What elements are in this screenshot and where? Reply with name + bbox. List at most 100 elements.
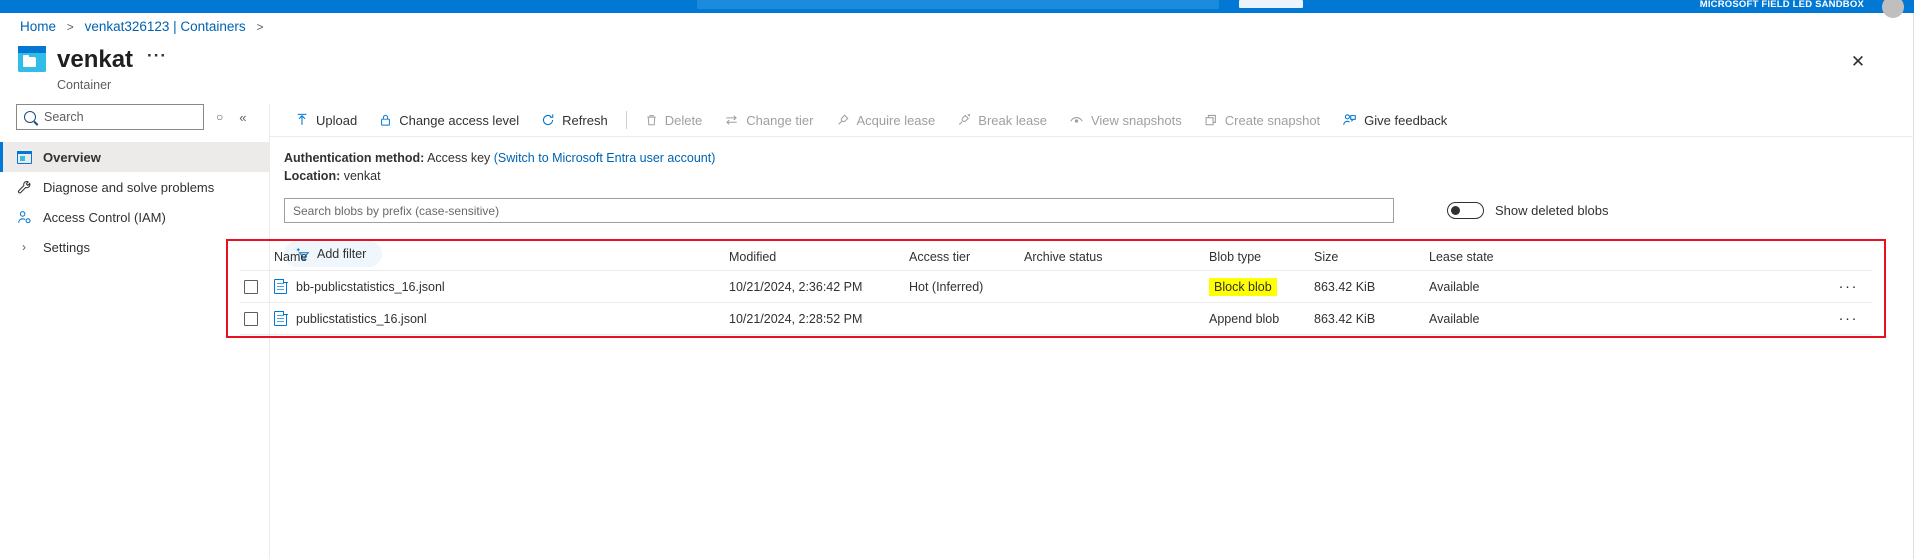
location-label: Location: <box>284 169 341 183</box>
sidebar-item-label: Overview <box>43 149 101 165</box>
column-header-archive-status[interactable]: Archive status <box>1024 250 1209 264</box>
overview-icon <box>16 149 32 165</box>
avatar[interactable] <box>1882 0 1904 18</box>
cell-blob-type: Block blob <box>1209 277 1314 296</box>
row-checkbox[interactable] <box>244 279 258 294</box>
table-row[interactable]: publicstatistics_16.jsonl 10/21/2024, 2:… <box>240 302 1872 334</box>
sidebar-item-label: Access Control (IAM) <box>43 209 166 225</box>
refresh-button[interactable]: Refresh <box>530 104 619 136</box>
column-header-name[interactable]: Name <box>274 250 729 264</box>
command-label: Refresh <box>562 112 608 128</box>
cell-size: 863.42 KiB <box>1314 311 1376 326</box>
global-action-button[interactable] <box>1239 0 1303 8</box>
sidebar-search-input[interactable] <box>42 109 207 125</box>
cell-actions: ··· <box>1559 279 1872 294</box>
table-row[interactable]: bb-publicstatistics_16.jsonl 10/21/2024,… <box>240 270 1872 302</box>
blob-name-link[interactable]: bb-publicstatistics_16.jsonl <box>296 280 445 294</box>
sidebar-nav-list: Overview Diagnose and solve problems Acc… <box>0 142 270 262</box>
command-label: Create snapshot <box>1224 112 1321 128</box>
table-body: bb-publicstatistics_16.jsonl 10/21/2024,… <box>240 270 1872 335</box>
column-header-blob-type[interactable]: Blob type <box>1209 250 1314 264</box>
view-snapshots-button[interactable]: View snapshots <box>1058 104 1193 136</box>
unplug-icon <box>957 113 971 127</box>
sidebar-search-box[interactable] <box>16 104 207 130</box>
page-title: venkat ··· <box>57 42 167 74</box>
command-label: Break lease <box>978 112 1047 128</box>
create-snapshot-button[interactable]: Create snapshot <box>1193 104 1331 136</box>
command-label: Change access level <box>399 112 520 128</box>
refresh-icon[interactable]: ○ <box>216 110 223 124</box>
cell-name: bb-publicstatistics_16.jsonl <box>274 278 729 294</box>
cell-modified: 10/21/2024, 2:36:42 PM <box>729 279 863 294</box>
file-icon <box>274 278 288 294</box>
page-subtitle: Container <box>57 78 112 92</box>
sidebar-item-access-control[interactable]: Access Control (IAM) <box>0 202 270 232</box>
upload-button[interactable]: Upload <box>284 104 368 136</box>
location-row: Location: venkat <box>284 167 1914 185</box>
cell-modified: 10/21/2024, 2:28:52 PM <box>729 311 863 326</box>
cell-size: 863.42 KiB <box>1314 279 1376 294</box>
refresh-icon <box>541 113 555 127</box>
cell-lease-state: Available <box>1429 279 1480 294</box>
row-more-menu[interactable]: ··· <box>1839 311 1859 326</box>
collapse-sidebar-icon[interactable]: « <box>239 110 246 125</box>
change-access-level-button[interactable]: Change access level <box>368 104 530 136</box>
row-checkbox-cell <box>240 311 274 326</box>
blob-type-highlight: Block blob <box>1209 277 1277 296</box>
column-header-access-tier[interactable]: Access tier <box>909 250 1024 264</box>
delete-button[interactable]: Delete <box>634 104 714 136</box>
column-header-lease-state[interactable]: Lease state <box>1429 250 1559 264</box>
breadcrumb-item-containers[interactable]: venkat326123 | Containers <box>85 19 246 34</box>
global-search-box[interactable] <box>697 0 1219 9</box>
row-more-menu[interactable]: ··· <box>1839 279 1859 294</box>
command-bar: Upload Change access level Refresh Delet… <box>270 104 1914 136</box>
title-more-menu[interactable]: ··· <box>147 42 167 70</box>
command-label: Change tier <box>746 112 814 128</box>
sidebar-item-diagnose[interactable]: Diagnose and solve problems <box>0 172 270 202</box>
sidebar-item-overview[interactable]: Overview <box>0 142 270 172</box>
cell-lease-state: Available <box>1429 311 1480 326</box>
switch-auth-link[interactable]: (Switch to Microsoft Entra user account) <box>494 151 716 165</box>
column-header-modified[interactable]: Modified <box>729 250 909 264</box>
command-separator <box>625 111 627 129</box>
acquire-lease-button[interactable]: Acquire lease <box>825 104 947 136</box>
search-icon <box>24 111 36 123</box>
cell-access-tier: Hot (Inferred) <box>909 279 984 294</box>
file-icon <box>274 310 288 326</box>
change-tier-button[interactable]: Change tier <box>713 104 824 136</box>
show-deleted-blobs-toggle[interactable]: Show deleted blobs <box>1447 202 1608 219</box>
sidebar: ○ « Overview Diagnose and solve problems <box>0 104 270 262</box>
breadcrumb: Home > venkat326123 | Containers > <box>20 19 270 34</box>
toggle-switch[interactable] <box>1447 202 1484 219</box>
sidebar-item-label: Settings <box>43 239 90 255</box>
break-lease-button[interactable]: Break lease <box>946 104 1058 136</box>
feedback-icon <box>1342 113 1357 127</box>
upload-icon <box>295 113 309 127</box>
container-icon <box>18 46 46 72</box>
breadcrumb-item-home[interactable]: Home <box>20 19 56 34</box>
table-header-row: Name Modified Access tier Archive status… <box>240 243 1872 270</box>
column-header-size[interactable]: Size <box>1314 250 1429 264</box>
close-blade-button[interactable]: ✕ <box>1845 49 1871 75</box>
chevron-right-icon: › <box>22 240 26 254</box>
tenant-label: MICROSOFT FIELD LED SANDBOX <box>1699 0 1864 10</box>
row-checkbox[interactable] <box>244 311 258 326</box>
give-feedback-button[interactable]: Give feedback <box>1331 104 1458 136</box>
sidebar-search-row: ○ « <box>0 104 270 130</box>
trash-icon <box>645 113 658 127</box>
auth-method-row: Authentication method: Access key (Switc… <box>284 149 1914 167</box>
cell-blob-type: Append blob <box>1209 311 1280 326</box>
row-checkbox-cell <box>240 279 274 294</box>
azure-portal-blade: MICROSOFT FIELD LED SANDBOX Home > venka… <box>0 0 1914 559</box>
plug-icon <box>836 113 850 127</box>
blob-prefix-search-input[interactable] <box>284 198 1394 223</box>
toggle-label: Show deleted blobs <box>1495 203 1609 218</box>
global-top-bar: MICROSOFT FIELD LED SANDBOX <box>0 0 1914 18</box>
copy-icon <box>1204 113 1218 127</box>
command-label: Acquire lease <box>856 112 936 128</box>
blob-filter-row: Show deleted blobs <box>270 198 1914 223</box>
command-label: View snapshots <box>1090 112 1182 128</box>
sidebar-item-settings[interactable]: › Settings <box>0 232 270 262</box>
blob-name-link[interactable]: publicstatistics_16.jsonl <box>296 312 427 326</box>
cell-actions: ··· <box>1559 311 1872 326</box>
